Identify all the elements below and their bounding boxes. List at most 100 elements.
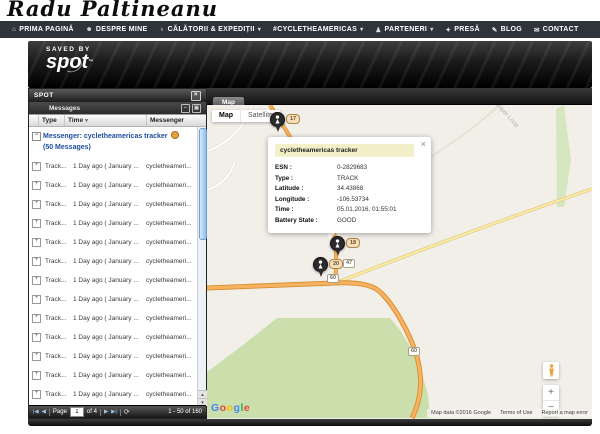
nav-item-contact[interactable]: ✉ CONTACT xyxy=(528,26,585,34)
table-row[interactable]: + Track... 1 Day ago ( January ... cycle… xyxy=(29,271,197,290)
expand-row-icon[interactable]: + xyxy=(32,371,41,380)
field-value: -106.53734 xyxy=(337,195,369,206)
field-label: Longitude : xyxy=(275,195,337,206)
report-map-error-link[interactable]: Report a map error xyxy=(542,410,588,416)
column-header-messenger[interactable]: Messenger xyxy=(147,115,206,126)
collapse-group-icon[interactable]: − xyxy=(32,132,41,141)
nav-item-blog[interactable]: ✎ BLOG xyxy=(486,26,528,34)
hiker-icon xyxy=(274,115,281,124)
expand-row-icon[interactable]: + xyxy=(32,219,41,228)
map-attribution: Map data ©2016 Google Terms of Use Repor… xyxy=(427,409,592,417)
cell-messenger: cycletheameri... xyxy=(146,334,196,341)
next-page-button[interactable]: ▶ xyxy=(104,409,108,415)
table-row[interactable]: + Track... 1 Day ago ( January ... cycle… xyxy=(29,252,197,271)
scroll-up-icon[interactable]: ▲ xyxy=(198,390,207,398)
mail-icon: ✉ xyxy=(534,26,540,34)
expand-row-icon[interactable]: + xyxy=(32,352,41,361)
route-shield-60: 60 xyxy=(327,274,339,283)
cell-messenger: cycletheameri... xyxy=(146,220,196,227)
table-row[interactable]: + Track... 1 Day ago ( January ... cycle… xyxy=(29,328,197,347)
page-input[interactable] xyxy=(70,407,84,417)
cell-messenger: cycletheameri... xyxy=(146,277,196,284)
table-row[interactable]: + Track... 1 Day ago ( January ... cycle… xyxy=(29,233,197,252)
expand-row-icon[interactable]: + xyxy=(32,181,41,190)
pegman-button[interactable] xyxy=(543,362,559,379)
map-canvas[interactable]: Map Satellite Juniper Loop 60 47 60 17 1… xyxy=(207,105,592,419)
person-icon: ☻ xyxy=(86,26,93,33)
infowindow-field: ESN : 0-2829683 xyxy=(275,163,424,174)
messages-title: Messages xyxy=(49,105,80,112)
cell-time: 1 Day ago ( January ... xyxy=(73,334,146,341)
refresh-button[interactable]: ⟳ xyxy=(124,408,130,416)
marker-label-17[interactable]: 17 xyxy=(286,114,300,124)
infowindow-field: Time : 05.01.2016, 01:55:01 xyxy=(275,205,424,216)
prev-page-button[interactable]: ◀ xyxy=(42,409,46,415)
collapse-icon[interactable]: − xyxy=(181,104,190,113)
map-type-map-button[interactable]: Map xyxy=(212,110,240,122)
terms-of-use-link[interactable]: Terms of Use xyxy=(500,410,532,416)
infowindow-field: Longitude : -106.53734 xyxy=(275,195,424,206)
scrollbar-thumb[interactable] xyxy=(199,128,207,240)
infowindow-field: Battery State : GOOD xyxy=(275,216,424,227)
track-marker-17[interactable] xyxy=(270,112,285,127)
expand-row-icon[interactable]: + xyxy=(32,238,41,247)
nav-item-calatorii-expeditii[interactable]: ♁ CĂLĂTORII & EXPEDIȚII ▾ xyxy=(153,26,267,33)
table-row[interactable]: + Track... 1 Day ago ( January ... cycle… xyxy=(29,366,197,385)
page-of-label: of 4 xyxy=(87,409,97,415)
route-shield-60-south: 60 xyxy=(408,347,420,356)
cell-time: 1 Day ago ( January ... xyxy=(73,163,146,170)
expand-row-icon[interactable]: + xyxy=(32,390,41,399)
field-label: ESN : xyxy=(275,163,337,174)
table-row[interactable]: + Track... 1 Day ago ( January ... cycle… xyxy=(29,290,197,309)
expand-row-icon[interactable]: + xyxy=(32,314,41,323)
table-row[interactable]: + Track... 1 Day ago ( January ... cycle… xyxy=(29,195,197,214)
marker-label-18[interactable]: 18 xyxy=(346,238,360,248)
tracker-infowindow: × cycletheamericas tracker ESN : 0-28296… xyxy=(268,137,431,233)
cell-messenger: cycletheameri... xyxy=(146,391,196,398)
cell-type: Track... xyxy=(45,258,73,265)
vertical-scrollbar[interactable]: ▲ ▼ xyxy=(197,127,206,406)
zoom-in-button[interactable]: + xyxy=(543,385,559,400)
nav-item-cycletheamericas[interactable]: #CYCLETHEAMERICAS ▾ xyxy=(267,26,369,33)
close-icon[interactable]: × xyxy=(191,91,201,101)
table-row[interactable]: + Track... 1 Day ago ( January ... cycle… xyxy=(29,385,197,404)
panel-title: SPOT xyxy=(34,92,54,99)
field-label: Time : xyxy=(275,205,337,216)
cell-messenger: cycletheameri... xyxy=(146,182,196,189)
table-row[interactable]: + Track... 1 Day ago ( January ... cycle… xyxy=(29,214,197,233)
expand-row-icon[interactable]: + xyxy=(32,295,41,304)
table-row[interactable]: + Track... 1 Day ago ( January ... cycle… xyxy=(29,309,197,328)
expand-row-icon[interactable]: + xyxy=(32,276,41,285)
cell-time: 1 Day ago ( January ... xyxy=(73,182,146,189)
marker-label-20[interactable]: 20 xyxy=(329,259,343,269)
popout-icon[interactable]: ▣ xyxy=(192,104,201,113)
paging-toolbar: |◀ ◀ Page of 4 ▶ ▶| ⟳ 1 - 50 of 160 xyxy=(29,405,206,418)
table-row[interactable]: + Track... 1 Day ago ( January ... cycle… xyxy=(29,347,197,366)
cell-messenger: cycletheameri... xyxy=(146,163,196,170)
expand-row-icon[interactable]: + xyxy=(32,333,41,342)
cell-time: 1 Day ago ( January ... xyxy=(73,372,146,379)
expand-row-icon[interactable]: + xyxy=(32,200,41,209)
last-page-button[interactable]: ▶| xyxy=(111,409,117,415)
nav-item-prima-pagina[interactable]: ⌂ PRIMA PAGINĂ xyxy=(6,26,80,33)
google-logo[interactable]: Google xyxy=(211,402,250,414)
column-header-time[interactable]: Time▾ xyxy=(65,115,147,126)
table-row[interactable]: + Track... 1 Day ago ( January ... cycle… xyxy=(29,157,197,176)
cell-type: Track... xyxy=(45,277,73,284)
site-logo[interactable]: Radu Paltineanu xyxy=(7,0,218,21)
nav-item-despre-mine[interactable]: ☻ DESPRE MINE xyxy=(80,26,154,33)
track-marker-20[interactable] xyxy=(313,257,328,272)
expand-row-icon[interactable]: + xyxy=(32,257,41,266)
cell-time: 1 Day ago ( January ... xyxy=(73,258,146,265)
column-header-type[interactable]: Type xyxy=(39,115,65,126)
first-page-button[interactable]: |◀ xyxy=(33,409,39,415)
cell-type: Track... xyxy=(45,353,73,360)
cell-type: Track... xyxy=(45,201,73,208)
cell-messenger: cycletheameri... xyxy=(146,372,196,379)
group-header-row[interactable]: − Messenger: cycletheamericas tracker (5… xyxy=(29,127,197,157)
infowindow-close-icon[interactable]: × xyxy=(421,139,426,149)
table-row[interactable]: + Track... 1 Day ago ( January ... cycle… xyxy=(29,176,197,195)
expand-row-icon[interactable]: + xyxy=(32,162,41,171)
nav-item-parteneri[interactable]: ♟ PARTENERI ▾ xyxy=(369,26,439,34)
nav-item-presa[interactable]: ✦ PRESĂ xyxy=(440,26,486,34)
